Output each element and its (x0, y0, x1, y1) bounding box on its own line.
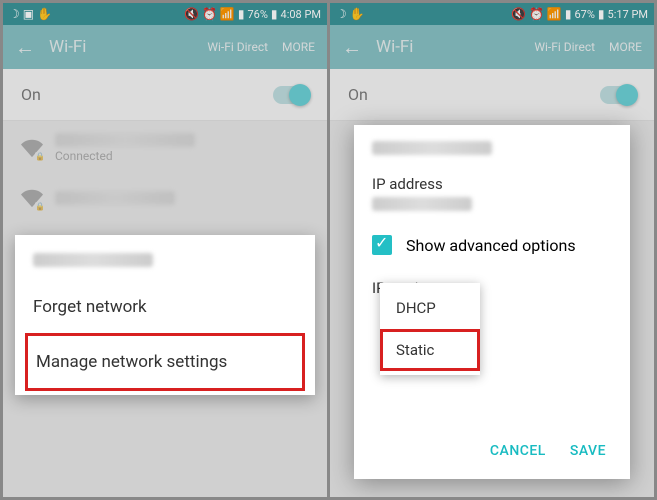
cancel-button[interactable]: CANCEL (490, 443, 546, 459)
show-advanced-label: Show advanced options (406, 236, 576, 255)
screen-right: ☽ ✋ 🔇 ⏰ 📶 ▮ 67% ▮ 5:17 PM ← Wi-Fi Wi-Fi … (330, 3, 654, 497)
manage-network-settings-item[interactable]: Manage network settings (25, 333, 305, 391)
ip-address-label: IP address (372, 175, 612, 193)
save-button[interactable]: SAVE (570, 443, 606, 459)
dialog-title-blurred (372, 141, 492, 155)
ip-address-value-blurred (372, 197, 472, 211)
static-option[interactable]: Static (380, 329, 480, 371)
forget-network-item[interactable]: Forget network (15, 281, 315, 333)
network-menu-dialog: Forget network Manage network settings (15, 235, 315, 395)
dhcp-option[interactable]: DHCP (380, 287, 480, 329)
show-advanced-row[interactable]: Show advanced options (372, 235, 612, 255)
dialog-buttons: CANCEL SAVE (372, 433, 612, 469)
ip-settings-dropdown: DHCP Static (380, 283, 480, 375)
screen-left: ☽ ▣ ✋ 🔇 ⏰ 📶 ▮ 76% ▮ 4:08 PM ← Wi-Fi Wi-F… (3, 3, 327, 497)
dialog-title-blurred (33, 253, 153, 267)
checkbox-checked-icon[interactable] (372, 235, 392, 255)
